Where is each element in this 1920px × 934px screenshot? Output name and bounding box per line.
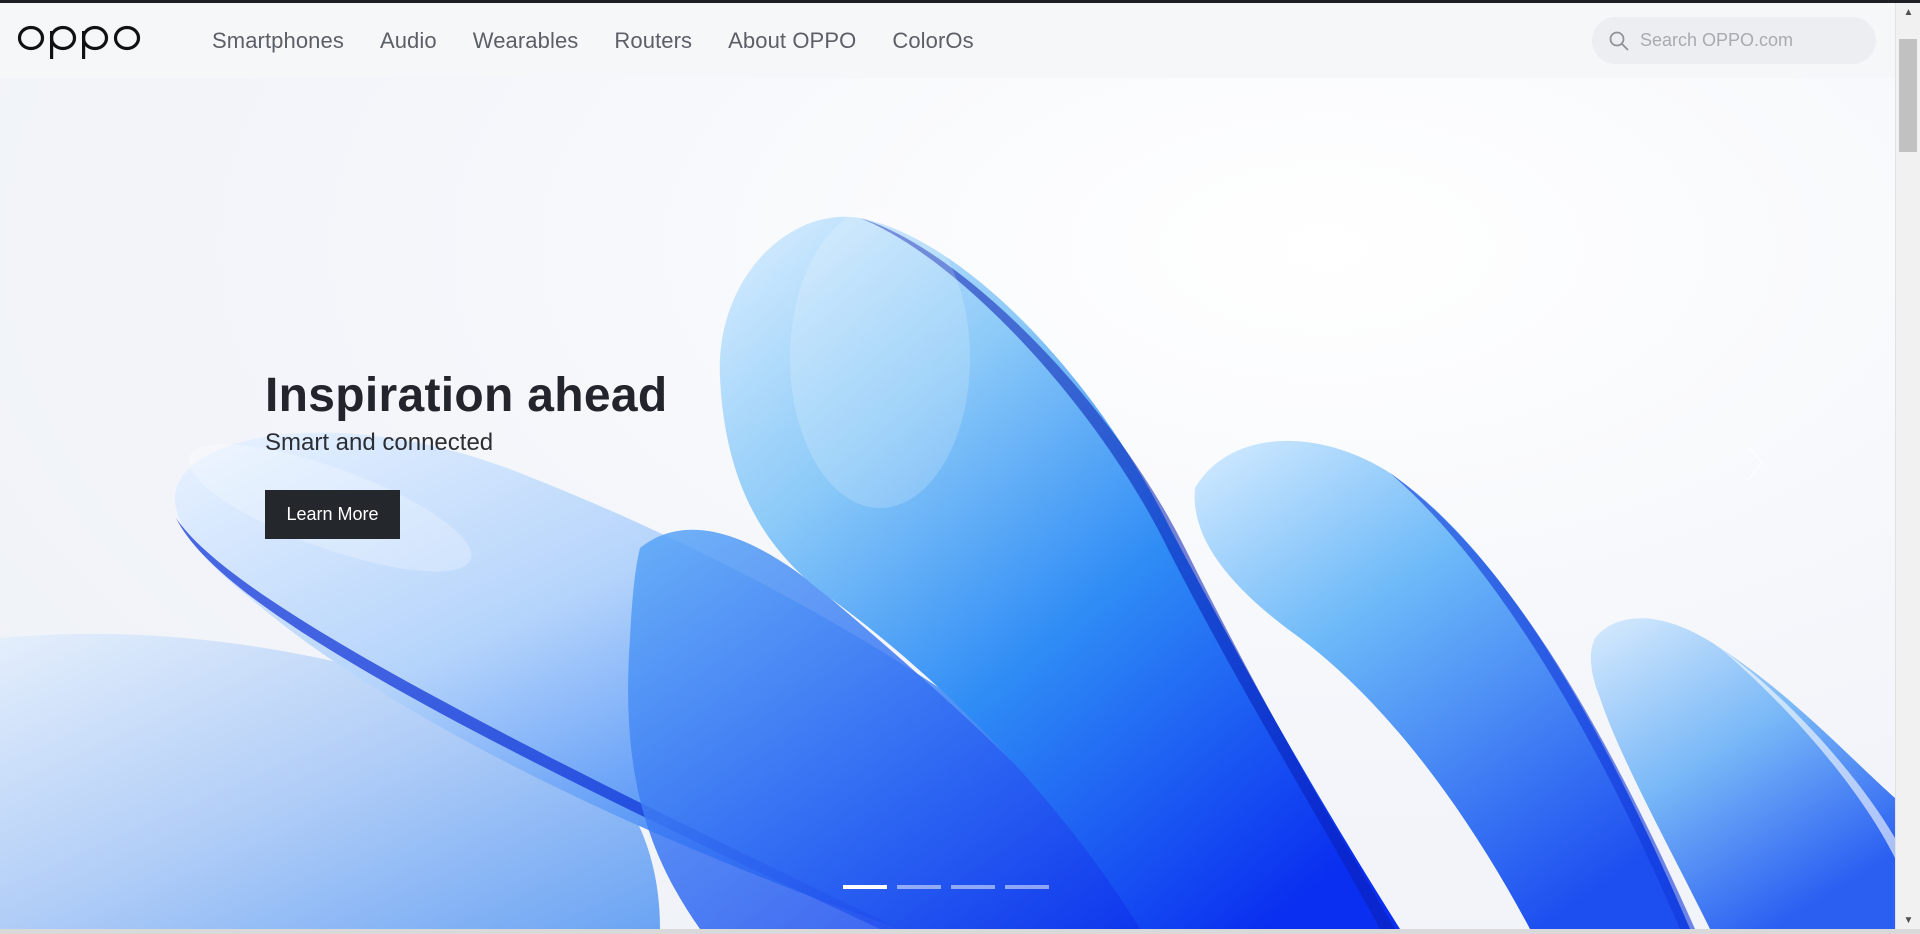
carousel-dot-2[interactable]: [897, 885, 941, 889]
scrollbar-thumb[interactable]: [1899, 39, 1917, 152]
nav-item-about-oppo[interactable]: About OPPO: [728, 28, 856, 54]
page-scrollbar[interactable]: ▲ ▼: [1895, 3, 1920, 929]
chevron-right-icon[interactable]: [1740, 438, 1770, 488]
oppo-logo[interactable]: [17, 21, 141, 61]
hero-copy: Inspiration ahead Smart and connected: [265, 368, 668, 457]
learn-more-button[interactable]: Learn More: [265, 490, 400, 539]
search-icon: [1609, 31, 1629, 50]
hero-subtitle: Smart and connected: [265, 429, 494, 456]
nav-item-audio[interactable]: Audio: [380, 28, 437, 54]
nav-item-wearables[interactable]: Wearables: [473, 28, 579, 54]
hero-title: Inspiration ahead: [265, 369, 668, 422]
page-viewport: Smartphones Audio Wearables Routers Abou…: [0, 3, 1895, 929]
carousel-indicators: [843, 885, 1049, 889]
nav-item-smartphones[interactable]: Smartphones: [212, 28, 344, 54]
carousel-dot-1[interactable]: [843, 885, 887, 889]
main-nav: Smartphones Audio Wearables Routers Abou…: [212, 3, 1010, 78]
hero-banner: Inspiration ahead Smart and connected Le…: [0, 78, 1895, 929]
nav-item-coloros[interactable]: ColorOs: [892, 28, 973, 54]
carousel-dot-4[interactable]: [1005, 885, 1049, 889]
nav-item-routers[interactable]: Routers: [614, 28, 692, 54]
scroll-down-arrow-icon[interactable]: ▼: [1896, 911, 1920, 929]
carousel-dot-3[interactable]: [951, 885, 995, 889]
search-box[interactable]: [1592, 17, 1876, 64]
search-input[interactable]: [1638, 29, 1858, 52]
site-header: Smartphones Audio Wearables Routers Abou…: [0, 3, 1895, 78]
scroll-up-arrow-icon[interactable]: ▲: [1896, 3, 1920, 21]
window-bottom-border: [0, 929, 1920, 934]
